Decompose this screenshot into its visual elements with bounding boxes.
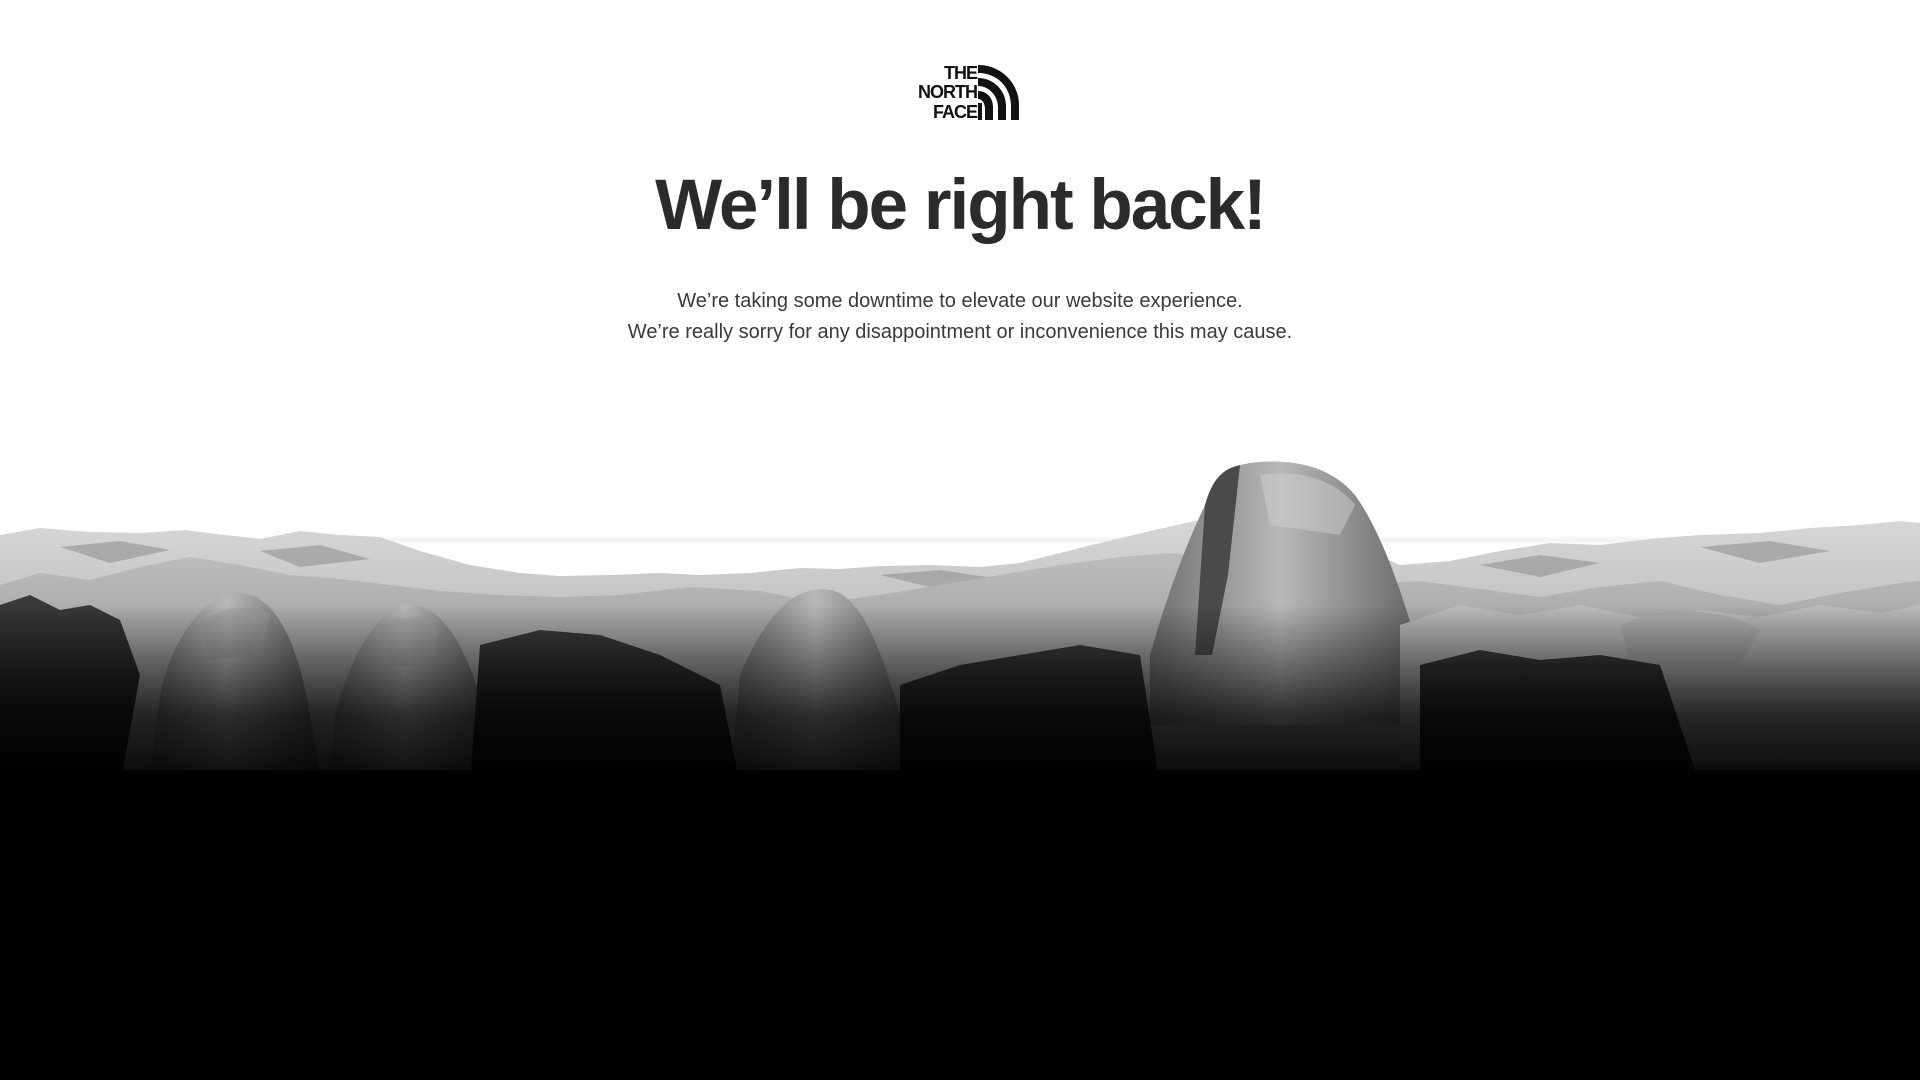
message-line-1: We’re taking some downtime to elevate ou… bbox=[677, 290, 1243, 312]
svg-text:NORTH: NORTH bbox=[918, 82, 977, 102]
maintenance-page: THE NORTH FACE We’ll be right back! We’r… bbox=[0, 0, 1920, 1080]
svg-text:FACE: FACE bbox=[933, 102, 978, 120]
the-north-face-logo: THE NORTH FACE bbox=[898, 63, 1020, 120]
message-line-2: We’re really sorry for any disappointmen… bbox=[627, 321, 1293, 343]
mountain-landscape-image bbox=[0, 455, 1920, 1080]
logo-mark: THE NORTH FACE bbox=[918, 63, 1019, 120]
page-title: We’ll be right back! bbox=[655, 166, 1267, 245]
svg-text:THE: THE bbox=[944, 63, 978, 83]
maintenance-message: We’re taking some downtime to elevate ou… bbox=[0, 286, 1920, 348]
